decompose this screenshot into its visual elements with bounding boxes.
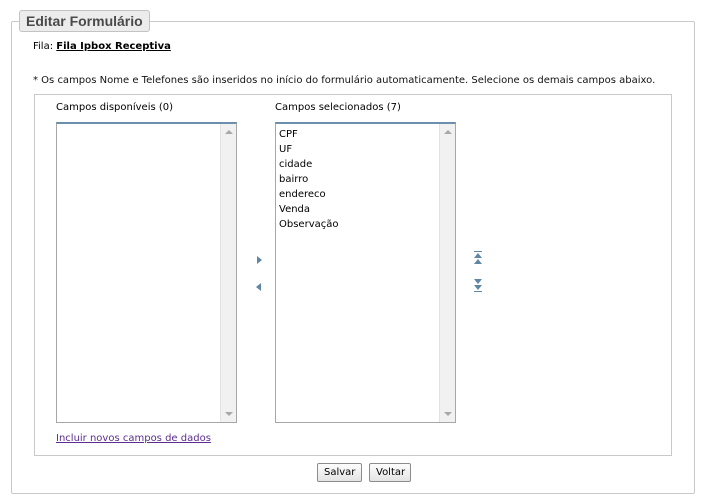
available-fields-list[interactable] [56, 122, 237, 423]
fila-link[interactable]: Fila Ipbox Receptiva [56, 41, 171, 52]
scroll-up-icon[interactable] [444, 130, 452, 134]
save-button[interactable]: Salvar [317, 463, 362, 482]
list-item[interactable]: CPF [279, 127, 437, 142]
move-down-button[interactable] [472, 278, 484, 292]
arrow-left-icon [256, 283, 261, 291]
add-new-fields-link[interactable]: Incluir novos campos de dados [56, 433, 211, 444]
back-button[interactable]: Voltar [369, 463, 411, 482]
arrow-right-icon [257, 256, 262, 264]
list-item[interactable]: endereco [279, 187, 437, 202]
fila-line: Fila: Fila Ipbox Receptiva [33, 41, 171, 52]
available-scrollbar[interactable] [220, 124, 236, 422]
selected-fields-items: CPF UF cidade bairro endereco Venda Observação [279, 127, 437, 422]
list-item[interactable]: Venda [279, 202, 437, 217]
move-left-button[interactable] [253, 281, 265, 293]
fila-label: Fila: [33, 41, 54, 52]
available-fields-items [60, 127, 218, 422]
arrow-down-icon [474, 279, 482, 284]
move-right-button[interactable] [253, 254, 265, 266]
scroll-down-icon[interactable] [444, 412, 452, 416]
list-item[interactable]: cidade [279, 157, 437, 172]
selected-fields-label: Campos selecionados (7) [275, 102, 401, 113]
arrow-up-icon [474, 253, 482, 258]
page-title: Editar Formulário [19, 10, 150, 32]
available-fields-label: Campos disponíveis (0) [56, 102, 174, 113]
selected-fields-list[interactable]: CPF UF cidade bairro endereco Venda Observação [275, 122, 456, 423]
top-bar-icon [474, 251, 482, 252]
bottom-bar-icon [474, 291, 482, 292]
info-note: * Os campos Nome e Telefones são inserid… [33, 75, 656, 86]
list-item[interactable]: bairro [279, 172, 437, 187]
arrow-down-icon [474, 285, 482, 290]
arrow-up-icon [474, 259, 482, 264]
scroll-down-icon[interactable] [225, 412, 233, 416]
selected-scrollbar[interactable] [439, 124, 455, 422]
list-item[interactable]: Observação [279, 217, 437, 232]
list-item[interactable]: UF [279, 142, 437, 157]
scroll-up-icon[interactable] [225, 130, 233, 134]
move-up-button[interactable] [472, 251, 484, 265]
